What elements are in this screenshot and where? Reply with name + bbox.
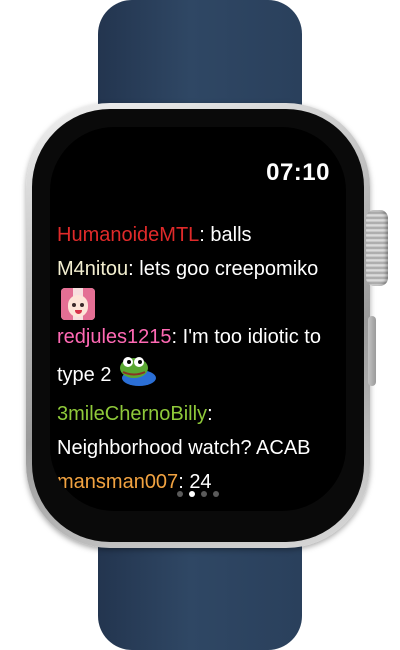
page-indicator <box>50 490 346 497</box>
clock-time: 07:10 <box>266 159 330 186</box>
page-dot[interactable] <box>177 491 183 497</box>
chat-message: HumanoideMTL: balls <box>57 224 252 246</box>
chat-username: HumanoideMTL <box>57 224 200 246</box>
chat-message-text: balls <box>210 224 252 246</box>
page-dot[interactable] <box>213 491 219 497</box>
side-button[interactable] <box>368 316 376 386</box>
chat-message: 3mileChernoBilly: Neighborhood watch? AC… <box>57 403 311 459</box>
chat-feed[interactable]: HumanoideMTL: balls M4nitou: lets goo cr… <box>57 218 335 499</box>
pepe-frog-emote-icon <box>115 354 157 397</box>
chat-message-text: Neighborhood watch? ACAB <box>57 437 311 459</box>
digital-crown[interactable] <box>366 210 388 286</box>
creepomiko-anime-girl-emote-icon <box>61 287 95 320</box>
chat-message: redjules1215: I'm too idiotic to type 2 <box>57 320 335 397</box>
watch-screen: 07:10 HumanoideMTL: balls M4nitou: lets … <box>50 127 346 511</box>
chat-username: 3mileChernoBilly <box>57 403 208 425</box>
chat-message-text: lets goo creepomiko <box>139 258 319 280</box>
chat-username: M4nitou <box>57 258 129 280</box>
page-dot[interactable] <box>201 491 207 497</box>
chat-username: redjules1215 <box>57 326 172 348</box>
page-dot-active[interactable] <box>189 491 195 497</box>
chat-message: M4nitou: lets goo creepomiko <box>57 252 335 320</box>
